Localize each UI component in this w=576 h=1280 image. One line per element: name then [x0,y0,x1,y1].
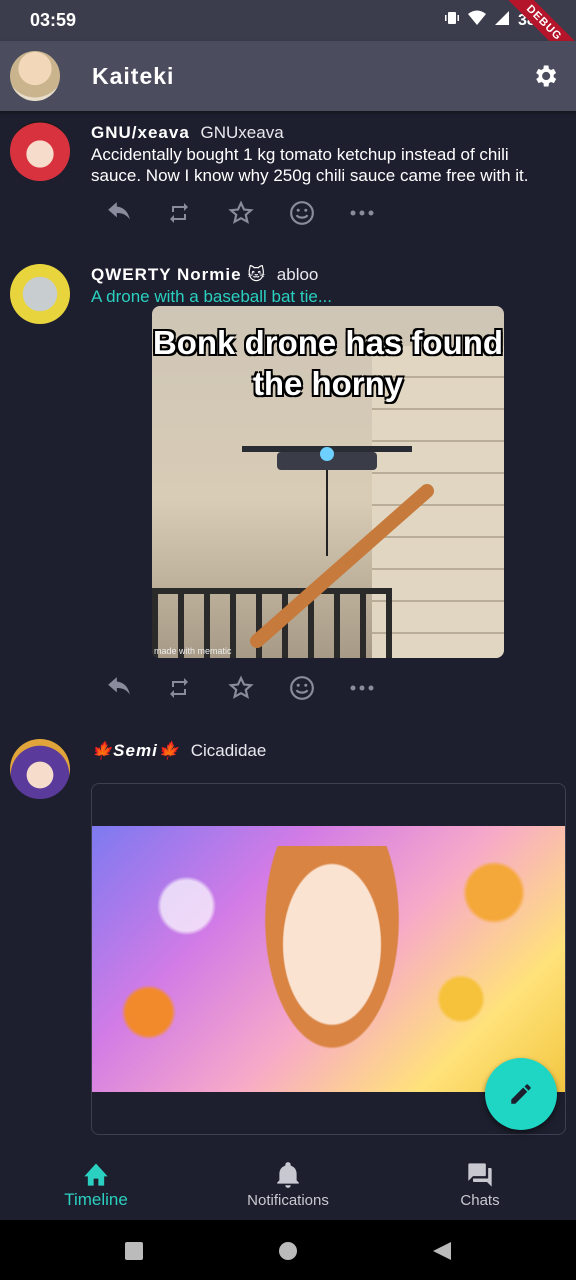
repeat-button[interactable] [167,197,228,229]
display-name[interactable]: QWERTY Normie 🐱 [91,265,266,284]
settings-button[interactable] [530,61,560,91]
display-name[interactable]: 🍁Semi🍁 [91,741,180,760]
repeat-button[interactable] [167,672,228,704]
post-actions [106,672,411,704]
circle-icon [279,1242,297,1260]
back-button[interactable] [431,1240,453,1262]
repeat-icon [170,678,188,698]
meme-watermark: made with mematic [154,646,232,656]
post-content: Accidentally bought 1 kg tomato ketchup … [91,145,529,185]
avatar[interactable] [10,739,70,799]
star-icon [228,200,254,224]
character-face [242,846,422,1092]
post-header: 🍁Semi🍁 Cicadidae [91,741,266,761]
star-icon [228,675,254,699]
chat-icon [384,1161,576,1189]
avatar[interactable] [10,121,70,181]
favorite-button[interactable] [228,672,289,704]
home-icon [0,1161,192,1189]
nav-label: Chats [460,1192,500,1209]
display-name[interactable]: GNU/xeava [91,123,190,142]
square-icon [125,1242,143,1260]
post-item[interactable]: QWERTY Normie 🐱 abloo A drone with a bas… [0,252,576,722]
account-avatar[interactable] [10,51,60,101]
more-horizontal-icon [350,210,374,216]
wifi-icon [467,10,486,31]
app-bar: Kaiteki [0,41,576,111]
reply-icon [108,202,130,220]
user-handle: Cicadidae [190,741,267,760]
user-handle: abloo [276,265,319,284]
reply-button[interactable] [106,672,167,704]
user-handle: GNUxeava [200,123,284,142]
nav-label: Timeline [64,1190,128,1209]
emoji-icon [290,201,314,225]
repeat-icon [170,203,188,223]
anime-girl-image [92,826,565,1092]
status-time: 03:59 [30,10,77,30]
bell-icon [192,1161,384,1189]
post-header: QWERTY Normie 🐱 abloo [91,265,318,285]
compose-button[interactable] [485,1058,557,1130]
emoji-icon [290,676,314,700]
home-button[interactable] [277,1240,299,1262]
react-button[interactable] [289,197,350,229]
nav-notifications[interactable]: Notifications [192,1147,384,1220]
bottom-navigation: Timeline Notifications Chats [0,1147,576,1220]
signal-icon [494,10,510,31]
status-bar: 03:59 38% DEBUG [0,0,576,72]
meme-caption: Bonk drone has found the horny [152,324,504,402]
post-item[interactable]: GNU/xeava GNUxeava Accidentally bought 1… [0,111,576,241]
vibrate-icon [444,10,460,31]
post-header: GNU/xeava GNUxeava [91,123,284,143]
media-attachment[interactable]: Bonk drone has found the horny made with… [152,306,504,658]
app-title: Kaiteki [92,63,175,89]
more-horizontal-icon [350,685,374,691]
triangle-back-icon [433,1242,451,1260]
recents-button[interactable] [123,1240,145,1262]
nav-timeline[interactable]: Timeline [0,1147,192,1220]
content-warning[interactable]: A drone with a baseball bat tie... [91,286,561,307]
gear-icon [536,65,557,87]
system-navigation-bar [0,1220,576,1280]
reply-button[interactable] [106,197,167,229]
post-actions [106,197,411,229]
favorite-button[interactable] [228,197,289,229]
avatar[interactable] [10,264,70,324]
nav-chats[interactable]: Chats [384,1147,576,1220]
more-button[interactable] [350,672,411,704]
more-button[interactable] [350,197,411,229]
nav-label: Notifications [247,1192,329,1209]
reply-icon [108,677,130,695]
pencil-icon [511,1084,531,1104]
react-button[interactable] [289,672,350,704]
